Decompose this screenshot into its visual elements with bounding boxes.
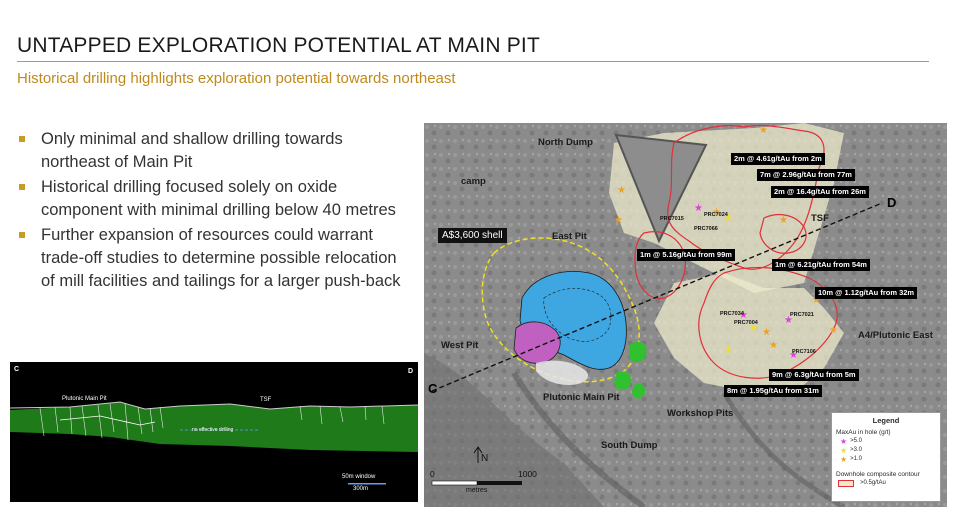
star-icon: ★ (840, 445, 848, 455)
camp-label: camp (461, 176, 486, 187)
section-pit-label: Plutonic Main Pit (62, 396, 107, 402)
scale-unit: metres (466, 487, 488, 494)
intercept-label: 1m @ 5.16g/tAu from 99m (637, 249, 735, 261)
intercept-label: 9m @ 6.3g/tAu from 5m (769, 369, 859, 381)
drillhole-label: PRC7015 (660, 216, 684, 222)
a4-label: A4/Plutonic East (858, 330, 933, 341)
title-divider (17, 61, 929, 62)
north-dump-label: North Dump (538, 137, 593, 148)
intercept-label: 1m @ 6.21g/tAu from 54m (772, 259, 870, 271)
star-icon: ★ (840, 454, 848, 464)
scale-max: 1000 (518, 469, 537, 479)
drillhole-label: PRC7024 (704, 212, 728, 218)
tsf-label: TSF (811, 213, 829, 224)
main-pit-label: Plutonic Main Pit (543, 392, 620, 403)
bullet-list: Only minimal and shallow drilling toward… (17, 128, 407, 295)
south-dump-label: South Dump (601, 440, 658, 451)
east-pit-label: East Pit (552, 231, 587, 242)
legend-contour: Downhole composite contour (836, 471, 920, 478)
legend-maxau: MaxAu in hole (g/t) (836, 429, 891, 436)
no-drilling-label: no effective drilling (192, 427, 234, 433)
section-tsf-label: TSF (260, 397, 272, 403)
svg-text:★: ★ (694, 203, 703, 214)
drillhole-label: PRC7034 (720, 311, 744, 317)
drillhole-label: PRC7106 (792, 349, 816, 355)
section-scale-label: 300m (353, 486, 369, 492)
west-pit-label: West Pit (441, 340, 479, 351)
map-figure: ★ ★ ★ ★ ★ ★ ★ ★ ★ ★ ★ ★ ★ ★ ★ ★ ★ North … (424, 123, 947, 507)
bullet-item: Historical drilling focused solely on ox… (17, 176, 407, 222)
svg-text:★: ★ (614, 215, 623, 226)
svg-text:★: ★ (759, 125, 768, 136)
drillhole-label: PRC7004 (734, 320, 758, 326)
scale-zero: 0 (430, 469, 435, 479)
section-c-marker: C (428, 381, 438, 396)
drillhole-label: PRC7021 (790, 312, 814, 318)
section-d-marker: D (887, 195, 897, 210)
bullet-item: Further expansion of resources could war… (17, 224, 407, 293)
section-end-d: D (408, 368, 414, 375)
north-arrow-icon: N (481, 453, 489, 464)
intercept-label: 2m @ 4.61g/tAu from 2m (731, 153, 825, 165)
cross-section-figure: C D Plutonic Main Pit TSF no effective d… (10, 362, 418, 502)
star-icon: ★ (840, 436, 848, 446)
svg-text:★: ★ (724, 345, 733, 356)
contour-swatch (838, 480, 854, 487)
bullet-square-icon (19, 232, 25, 238)
workshop-pits-label: Workshop Pits (667, 408, 734, 419)
map-legend: Legend MaxAu in hole (g/t) ★ >5.0 ★ >3.0 ★… (831, 412, 941, 502)
page-title: UNTAPPED EXPLORATION POTENTIAL AT MAIN P… (17, 34, 540, 57)
legend-row-mid: ★ >3.0 (840, 445, 863, 455)
page-subtitle: Historical drilling highlights explorati… (17, 70, 456, 87)
intercept-label: 10m @ 1.12g/tAu from 32m (815, 287, 918, 299)
window-label: 50m window (342, 474, 376, 480)
drillhole-label: PRC7066 (694, 226, 718, 232)
intercept-label: 7m @ 2.96g/tAu from 77m (757, 169, 855, 181)
legend-title: Legend (872, 416, 900, 425)
section-end-c: C (14, 366, 20, 373)
svg-text:★: ★ (779, 215, 788, 226)
bullet-item: Only minimal and shallow drilling toward… (17, 128, 407, 174)
legend-row-high: ★ >5.0 (840, 436, 863, 446)
intercept-label: 8m @ 1.95g/tAu from 31m (724, 385, 822, 397)
legend-row-low: ★ >1.0 (840, 454, 863, 464)
legend-row-contour: >0.5g/tAu (836, 479, 936, 488)
bullet-square-icon (19, 136, 25, 142)
svg-text:★: ★ (617, 185, 626, 196)
svg-text:★: ★ (829, 325, 838, 336)
bullet-square-icon (19, 184, 25, 190)
intercept-label: 2m @ 16.4g/tAu from 26m (771, 186, 869, 198)
svg-text:★: ★ (769, 340, 778, 351)
shell-label: A$3,600 shell (438, 228, 507, 243)
svg-text:★: ★ (762, 327, 771, 338)
